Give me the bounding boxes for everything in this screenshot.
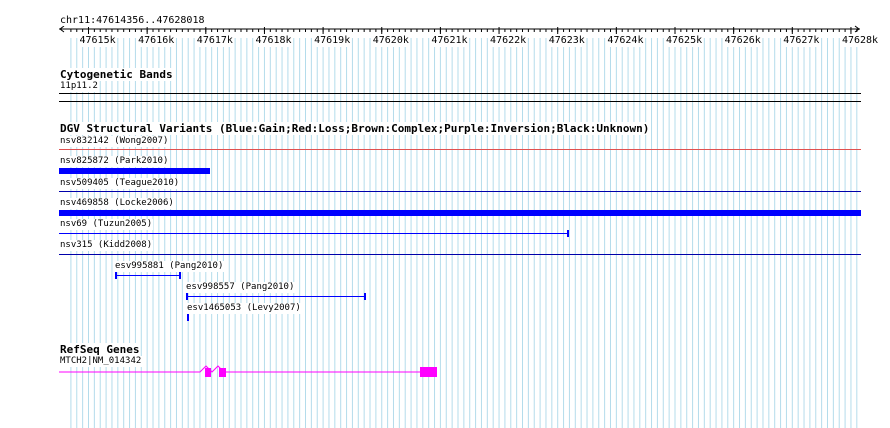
ruler-position-label: chr11:47614356..47628018 — [59, 15, 206, 26]
ruler[interactable] — [59, 25, 860, 34]
cytoband-line-bottom — [59, 101, 861, 102]
variant-label-esv995881: esv995881 (Pang2010) — [114, 261, 225, 272]
cytoband-label: 11p11.2 — [59, 81, 99, 92]
variant-label-nsv69: nsv69 (Tuzun2005) — [59, 219, 154, 230]
ruler-tick-label: 47615k — [79, 35, 116, 47]
variant-line-nsv509405[interactable] — [59, 191, 861, 192]
variant-label-nsv509405: nsv509405 (Teague2010) — [59, 178, 181, 189]
ruler-tick-label: 47620k — [372, 35, 409, 47]
variant-label-nsv469858: nsv469858 (Locke2006) — [59, 198, 175, 209]
variant-label-esv998557: esv998557 (Pang2010) — [185, 282, 296, 293]
ruler-tick-label: 47623k — [548, 35, 585, 47]
ruler-tick-label: 47617k — [196, 35, 233, 47]
variant-label-nsv825872: nsv825872 (Park2010) — [59, 156, 170, 167]
ruler-tick-label: 47627k — [783, 35, 820, 47]
ruler-tick-label: 47628k — [841, 35, 879, 47]
variant-label-nsv832142: nsv832142 (Wong2007) — [59, 136, 170, 147]
ruler-tick-label: 47624k — [607, 35, 644, 47]
variant-bar-nsv825872[interactable] — [59, 168, 210, 174]
ruler-tick-label: 47626k — [724, 35, 761, 47]
variant-line-nsv832142[interactable] — [59, 149, 861, 150]
dgv-track-title: DGV Structural Variants (Blue:Gain;Red:L… — [59, 122, 651, 135]
ruler-tick-label: 47616k — [138, 35, 175, 47]
variant-bar-esv1465053[interactable] — [187, 314, 189, 321]
variant-label-nsv315: nsv315 (Kidd2008) — [59, 240, 154, 251]
variant-bar-nsv469858[interactable] — [59, 210, 861, 216]
ruler-tick-label: 47621k — [431, 35, 468, 47]
cytoband-line-top[interactable] — [59, 93, 861, 94]
refseq-track-title: RefSeq Genes — [59, 343, 141, 356]
variant-line-nsv315[interactable] — [59, 254, 861, 255]
ruler-tick-label: 47625k — [666, 35, 703, 47]
gene-label-mtch2[interactable]: MTCH2|NM_014342 — [59, 356, 143, 367]
ruler-tick-label: 47622k — [490, 35, 527, 47]
cytoband-track-title: Cytogenetic Bands — [59, 68, 174, 81]
ruler-tick-label: 47619k — [314, 35, 351, 47]
ruler-tick-label: 47618k — [255, 35, 292, 47]
variant-label-esv1465053: esv1465053 (Levy2007) — [186, 303, 302, 314]
gene-model-mtch2[interactable] — [59, 365, 437, 377]
